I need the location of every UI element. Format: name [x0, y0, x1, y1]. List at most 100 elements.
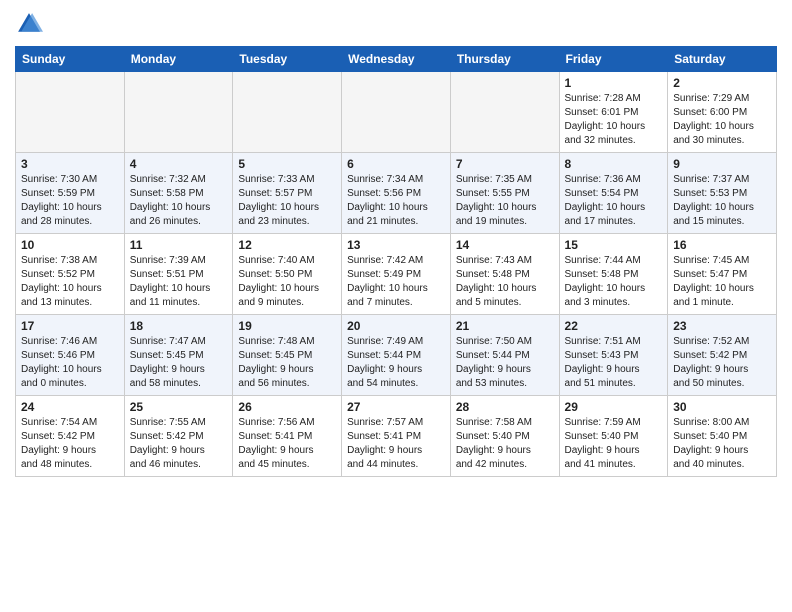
day-info: Sunrise: 7:39 AM Sunset: 5:51 PM Dayligh… — [130, 254, 228, 310]
calendar-day-cell — [16, 72, 125, 153]
calendar-day-cell: 25 Sunrise: 7:55 AM Sunset: 5:42 PM Dayli… — [124, 396, 233, 477]
day-info: Sunrise: 7:29 AM Sunset: 6:00 PM Dayligh… — [673, 92, 771, 148]
day-info: Sunrise: 7:48 AM Sunset: 5:45 PM Dayligh… — [238, 335, 336, 391]
calendar-day-cell — [233, 72, 342, 153]
weekday-header-cell: Friday — [559, 47, 668, 72]
calendar-day-cell: 1Sunrise: 7:28 AM Sunset: 6:01 PM Daylig… — [559, 72, 668, 153]
calendar-day-cell: 9Sunrise: 7:37 AM Sunset: 5:53 PM Daylig… — [668, 153, 777, 234]
calendar-week-row: 1Sunrise: 7:28 AM Sunset: 6:01 PM Daylig… — [16, 72, 777, 153]
day-number: 24 — [21, 400, 119, 414]
day-number: 13 — [347, 238, 445, 252]
day-info: Sunrise: 7:54 AM Sunset: 5:42 PM Dayligh… — [21, 416, 119, 472]
weekday-header-cell: Thursday — [450, 47, 559, 72]
calendar-day-cell: 21 Sunrise: 7:50 AM Sunset: 5:44 PM Dayli… — [450, 315, 559, 396]
day-number: 15 — [565, 238, 663, 252]
calendar-day-cell: 26Sunrise: 7:56 AM Sunset: 5:41 PM Dayli… — [233, 396, 342, 477]
calendar-day-cell: 8 Sunrise: 7:36 AM Sunset: 5:54 PM Daylig… — [559, 153, 668, 234]
weekday-header-cell: Saturday — [668, 47, 777, 72]
calendar-day-cell: 15 Sunrise: 7:44 AM Sunset: 5:48 PM Dayli… — [559, 234, 668, 315]
calendar-table: SundayMondayTuesdayWednesdayThursdayFrid… — [15, 46, 777, 477]
day-info: Sunrise: 7:44 AM Sunset: 5:48 PM Dayligh… — [565, 254, 663, 310]
calendar-day-cell: 18 Sunrise: 7:47 AM Sunset: 5:45 PM Dayli… — [124, 315, 233, 396]
day-number: 23 — [673, 319, 771, 333]
day-info: Sunrise: 7:47 AM Sunset: 5:45 PM Dayligh… — [130, 335, 228, 391]
day-info: Sunrise: 7:49 AM Sunset: 5:44 PM Dayligh… — [347, 335, 445, 391]
day-number: 12 — [238, 238, 336, 252]
day-number: 18 — [130, 319, 228, 333]
calendar-day-cell: 14 Sunrise: 7:43 AM Sunset: 5:48 PM Dayli… — [450, 234, 559, 315]
page-container: SundayMondayTuesdayWednesdayThursdayFrid… — [0, 0, 792, 487]
day-info: Sunrise: 7:43 AM Sunset: 5:48 PM Dayligh… — [456, 254, 554, 310]
day-number: 27 — [347, 400, 445, 414]
day-info: Sunrise: 7:30 AM Sunset: 5:59 PM Dayligh… — [21, 173, 119, 229]
calendar-week-row: 17 Sunrise: 7:46 AM Sunset: 5:46 PM Dayli… — [16, 315, 777, 396]
calendar-day-cell: 2 Sunrise: 7:29 AM Sunset: 6:00 PM Daylig… — [668, 72, 777, 153]
calendar-week-row: 24 Sunrise: 7:54 AM Sunset: 5:42 PM Dayli… — [16, 396, 777, 477]
calendar-week-row: 3Sunrise: 7:30 AM Sunset: 5:59 PM Daylig… — [16, 153, 777, 234]
calendar-body: 1Sunrise: 7:28 AM Sunset: 6:01 PM Daylig… — [16, 72, 777, 477]
day-number: 8 — [565, 157, 663, 171]
calendar-day-cell: 11 Sunrise: 7:39 AM Sunset: 5:51 PM Dayli… — [124, 234, 233, 315]
day-number: 16 — [673, 238, 771, 252]
calendar-day-cell: 17 Sunrise: 7:46 AM Sunset: 5:46 PM Dayli… — [16, 315, 125, 396]
day-info: Sunrise: 7:35 AM Sunset: 5:55 PM Dayligh… — [456, 173, 554, 229]
day-number: 6 — [347, 157, 445, 171]
calendar-day-cell: 29Sunrise: 7:59 AM Sunset: 5:40 PM Dayli… — [559, 396, 668, 477]
calendar-day-cell: 24 Sunrise: 7:54 AM Sunset: 5:42 PM Dayli… — [16, 396, 125, 477]
day-number: 14 — [456, 238, 554, 252]
calendar-day-cell: 12 Sunrise: 7:40 AM Sunset: 5:50 PM Dayli… — [233, 234, 342, 315]
calendar-day-cell: 22 Sunrise: 7:51 AM Sunset: 5:43 PM Dayli… — [559, 315, 668, 396]
weekday-header-cell: Tuesday — [233, 47, 342, 72]
calendar-day-cell: 30 Sunrise: 8:00 AM Sunset: 5:40 PM Dayli… — [668, 396, 777, 477]
day-info: Sunrise: 7:34 AM Sunset: 5:56 PM Dayligh… — [347, 173, 445, 229]
calendar-day-cell: 6 Sunrise: 7:34 AM Sunset: 5:56 PM Daylig… — [342, 153, 451, 234]
day-info: Sunrise: 7:40 AM Sunset: 5:50 PM Dayligh… — [238, 254, 336, 310]
logo-icon — [15, 10, 43, 38]
calendar-day-cell: 23Sunrise: 7:52 AM Sunset: 5:42 PM Dayli… — [668, 315, 777, 396]
calendar-day-cell: 13 Sunrise: 7:42 AM Sunset: 5:49 PM Dayli… — [342, 234, 451, 315]
calendar-day-cell: 4 Sunrise: 7:32 AM Sunset: 5:58 PM Daylig… — [124, 153, 233, 234]
day-info: Sunrise: 7:33 AM Sunset: 5:57 PM Dayligh… — [238, 173, 336, 229]
day-info: Sunrise: 7:55 AM Sunset: 5:42 PM Dayligh… — [130, 416, 228, 472]
day-number: 7 — [456, 157, 554, 171]
weekday-header-cell: Monday — [124, 47, 233, 72]
day-info: Sunrise: 8:00 AM Sunset: 5:40 PM Dayligh… — [673, 416, 771, 472]
header — [15, 10, 777, 38]
calendar-day-cell: 19Sunrise: 7:48 AM Sunset: 5:45 PM Dayli… — [233, 315, 342, 396]
day-info: Sunrise: 7:32 AM Sunset: 5:58 PM Dayligh… — [130, 173, 228, 229]
day-number: 17 — [21, 319, 119, 333]
day-number: 21 — [456, 319, 554, 333]
day-info: Sunrise: 7:28 AM Sunset: 6:01 PM Dayligh… — [565, 92, 663, 148]
calendar-day-cell — [450, 72, 559, 153]
calendar-day-cell: 16Sunrise: 7:45 AM Sunset: 5:47 PM Dayli… — [668, 234, 777, 315]
weekday-header-cell: Wednesday — [342, 47, 451, 72]
day-number: 20 — [347, 319, 445, 333]
day-info: Sunrise: 7:38 AM Sunset: 5:52 PM Dayligh… — [21, 254, 119, 310]
day-number: 30 — [673, 400, 771, 414]
calendar-day-cell — [342, 72, 451, 153]
day-info: Sunrise: 7:46 AM Sunset: 5:46 PM Dayligh… — [21, 335, 119, 391]
day-number: 29 — [565, 400, 663, 414]
weekday-header-cell: Sunday — [16, 47, 125, 72]
day-info: Sunrise: 7:57 AM Sunset: 5:41 PM Dayligh… — [347, 416, 445, 472]
day-number: 26 — [238, 400, 336, 414]
day-info: Sunrise: 7:36 AM Sunset: 5:54 PM Dayligh… — [565, 173, 663, 229]
day-number: 5 — [238, 157, 336, 171]
day-number: 11 — [130, 238, 228, 252]
day-number: 9 — [673, 157, 771, 171]
calendar-day-cell: 5 Sunrise: 7:33 AM Sunset: 5:57 PM Daylig… — [233, 153, 342, 234]
day-number: 10 — [21, 238, 119, 252]
calendar-week-row: 10 Sunrise: 7:38 AM Sunset: 5:52 PM Dayli… — [16, 234, 777, 315]
day-info: Sunrise: 7:42 AM Sunset: 5:49 PM Dayligh… — [347, 254, 445, 310]
day-number: 28 — [456, 400, 554, 414]
day-number: 25 — [130, 400, 228, 414]
day-number: 2 — [673, 76, 771, 90]
day-info: Sunrise: 7:50 AM Sunset: 5:44 PM Dayligh… — [456, 335, 554, 391]
day-number: 4 — [130, 157, 228, 171]
calendar-day-cell: 28 Sunrise: 7:58 AM Sunset: 5:40 PM Dayli… — [450, 396, 559, 477]
logo — [15, 10, 47, 38]
day-info: Sunrise: 7:58 AM Sunset: 5:40 PM Dayligh… — [456, 416, 554, 472]
calendar-day-cell: 10 Sunrise: 7:38 AM Sunset: 5:52 PM Dayli… — [16, 234, 125, 315]
day-info: Sunrise: 7:51 AM Sunset: 5:43 PM Dayligh… — [565, 335, 663, 391]
day-number: 22 — [565, 319, 663, 333]
